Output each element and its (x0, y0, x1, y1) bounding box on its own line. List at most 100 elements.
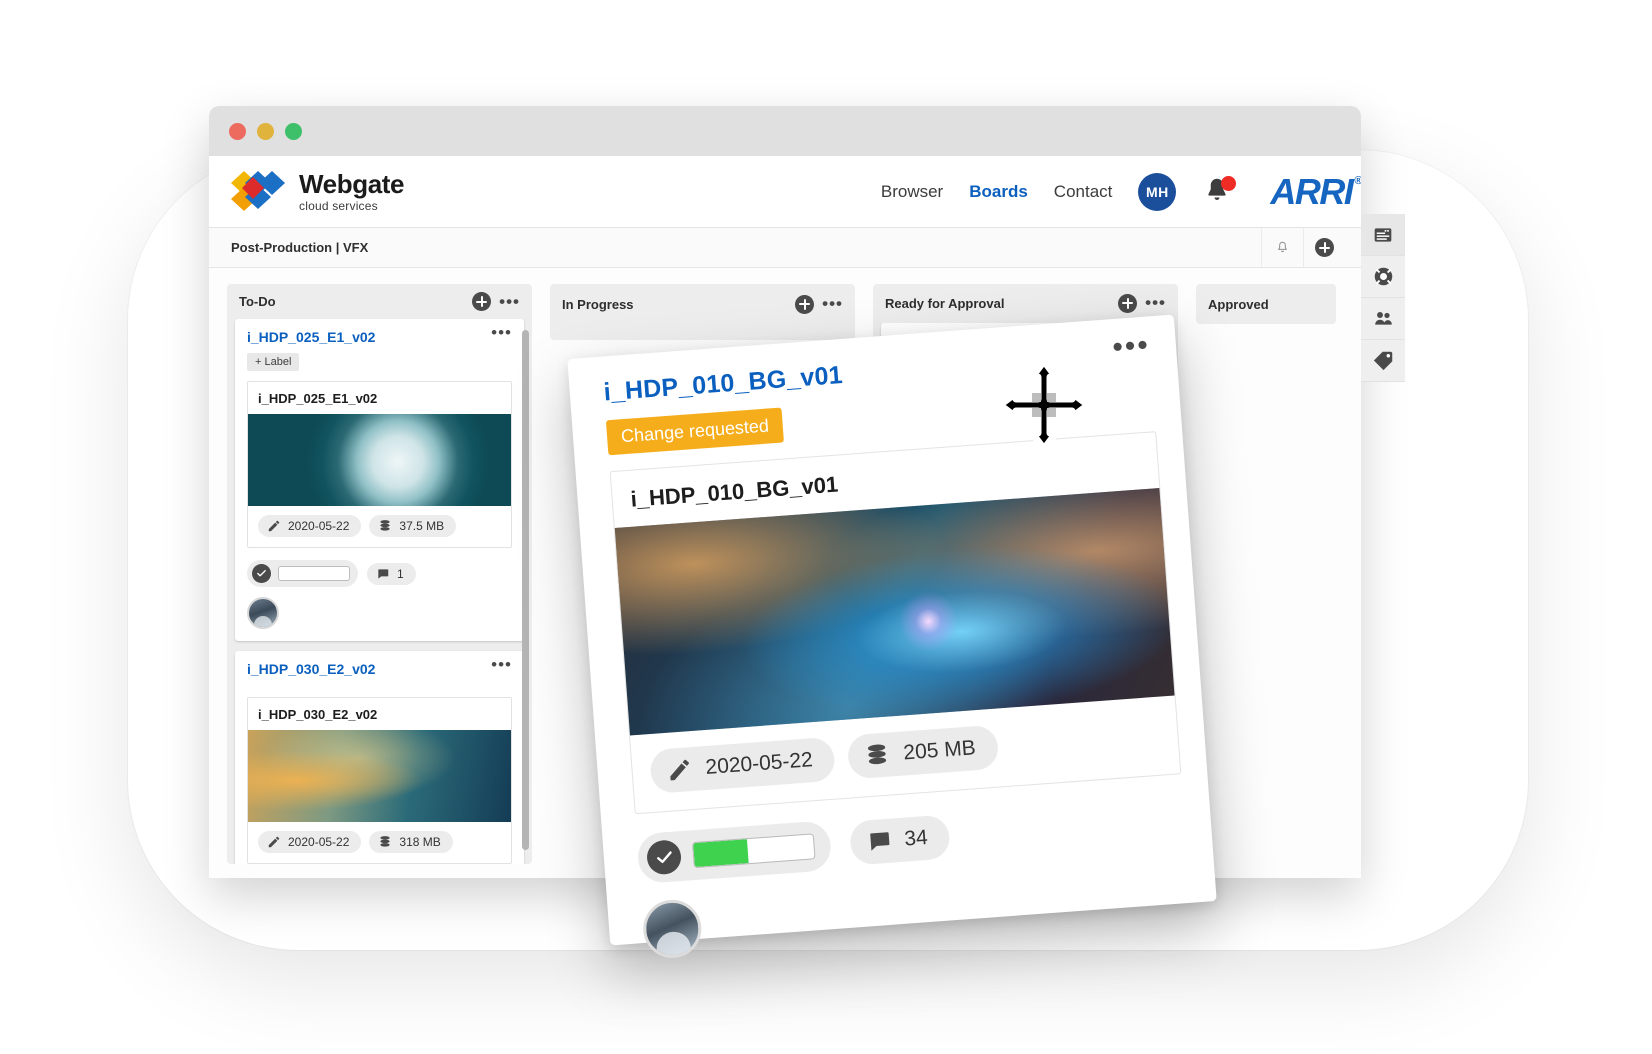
column-title: Approved (1208, 296, 1269, 312)
column-header: Approved (1196, 284, 1336, 324)
date-pill: 2020-05-22 (649, 736, 837, 794)
column-in-progress: In Progress ••• (550, 284, 855, 340)
right-icon-rail (1361, 214, 1405, 382)
avatar[interactable]: MH (1138, 172, 1177, 211)
asset-meta: 2020-05-22 318 MB (248, 822, 511, 863)
card-footer: 1 (247, 560, 512, 588)
webgate-logo-icon (231, 169, 287, 215)
dragged-card[interactable]: i_HDP_010_BG_v01 ••• Change requested i_… (567, 314, 1217, 960)
size-value: 205 MB (902, 736, 977, 765)
progress-pill[interactable] (636, 820, 833, 885)
add-card-button[interactable] (1118, 293, 1138, 313)
column-menu-button[interactable]: ••• (822, 295, 843, 312)
board-icon (1374, 227, 1392, 242)
size-pill: 37.5 MB (369, 515, 457, 538)
progress-pill[interactable] (247, 560, 358, 588)
brand-subtitle: cloud services (299, 199, 378, 213)
column-title: Ready for Approval (885, 295, 1005, 311)
list-item[interactable]: i_HDP_025_E1_v02 ••• + Label i_HDP_025_E… (235, 319, 524, 642)
add-card-button[interactable] (472, 292, 492, 312)
column-menu-button[interactable]: ••• (499, 293, 520, 310)
column-scrollbar[interactable] (522, 330, 529, 850)
arri-logo-sup: ® (1354, 174, 1361, 187)
date-pill: 2020-05-22 (258, 515, 362, 538)
minimize-button[interactable] (257, 122, 274, 140)
brand-logo-group[interactable]: Webgate cloud services (231, 169, 404, 215)
asset-name: i_HDP_030_E2_v02 (258, 707, 378, 723)
pencil-icon (268, 521, 280, 532)
pencil-icon (670, 759, 689, 781)
comments-count: 34 (903, 825, 929, 851)
main-nav: Browser Boards Contact MH ARRI ® (881, 171, 1361, 213)
card-menu-button[interactable]: ••• (491, 324, 512, 341)
card-title: i_HDP_030_E2_v02 (247, 661, 376, 678)
comment-icon (870, 832, 890, 851)
asset-preview: i_HDP_010_BG_v01 2020-05-22 205 MB (609, 431, 1182, 815)
app-header: Webgate cloud services Browser Boards Co… (209, 156, 1361, 228)
rail-item-labels[interactable] (1361, 340, 1405, 382)
nav-item-boards[interactable]: Boards (969, 182, 1028, 202)
arri-logo[interactable]: ARRI ® (1270, 171, 1361, 213)
database-icon (380, 836, 391, 847)
arri-logo-text: ARRI (1270, 170, 1354, 212)
brand-name: Webgate (299, 169, 405, 199)
card-menu-button[interactable]: ••• (491, 656, 512, 673)
list-item[interactable]: i_HDP_030_E2_v02 ••• i_HDP_030_E2_v02 20… (235, 651, 524, 864)
nav-item-contact[interactable]: Contact (1054, 182, 1113, 202)
breadcrumb-actions (1261, 228, 1345, 267)
brand-text: Webgate cloud services (299, 171, 404, 212)
column-cards: i_HDP_025_E1_v02 ••• + Label i_HDP_025_E… (227, 319, 532, 864)
lifebuoy-icon (1374, 267, 1392, 286)
avatar[interactable] (247, 597, 279, 630)
card-menu-button[interactable]: ••• (1111, 328, 1151, 364)
rail-item-members[interactable] (1361, 298, 1405, 340)
comments-pill[interactable]: 34 (848, 814, 952, 866)
people-icon (1374, 312, 1392, 325)
status-badge: Change requested (605, 407, 785, 456)
asset-meta: 2020-05-22 37.5 MB (248, 506, 511, 547)
date-value: 2020-05-22 (704, 748, 814, 779)
database-icon (380, 520, 391, 531)
notifications-button[interactable] (1202, 175, 1237, 209)
column-title: To-Do (239, 294, 276, 310)
add-card-button[interactable] (795, 294, 815, 314)
comments-pill[interactable]: 1 (367, 562, 416, 585)
breadcrumb-bar: Post-Production | VFX (209, 228, 1361, 268)
rail-item-help[interactable] (1361, 256, 1405, 298)
maximize-button[interactable] (285, 122, 302, 140)
progress-bar (278, 566, 350, 582)
comment-icon (378, 569, 389, 579)
close-button[interactable] (229, 122, 246, 140)
column-header: In Progress ••• (550, 284, 855, 324)
window-titlebar (209, 106, 1361, 156)
avatar[interactable] (641, 897, 704, 960)
date-value: 2020-05-22 (288, 519, 350, 534)
size-pill: 205 MB (847, 724, 1000, 780)
column-title: In Progress (562, 296, 634, 312)
asset-thumbnail[interactable] (614, 488, 1175, 736)
check-icon (645, 839, 683, 876)
card-title: i_HDP_025_E1_v02 (247, 329, 376, 346)
size-value: 37.5 MB (399, 519, 445, 534)
notification-badge (1221, 175, 1237, 191)
bell-outline-icon (1277, 241, 1288, 253)
asset-preview: i_HDP_025_E1_v02 2020-05-22 37.5 MB (247, 381, 512, 549)
add-label-button[interactable]: + Label (247, 353, 300, 372)
asset-thumbnail[interactable] (248, 414, 511, 507)
asset-preview: i_HDP_030_E2_v02 2020-05-22 318 MB (247, 697, 512, 864)
column-to-do: To-Do ••• i_HDP_025_E1_v02 ••• + Label i… (227, 284, 532, 864)
asset-thumbnail[interactable] (248, 730, 511, 823)
board-notifications-button[interactable] (1261, 228, 1303, 267)
nav-item-browser[interactable]: Browser (881, 182, 943, 202)
pencil-icon (268, 837, 280, 848)
rail-item-board[interactable] (1361, 214, 1405, 256)
comments-count: 1 (397, 566, 404, 581)
breadcrumb: Post-Production | VFX (231, 240, 369, 255)
column-approved: Approved (1196, 284, 1336, 324)
column-menu-button[interactable]: ••• (1145, 294, 1166, 311)
board-add-button[interactable] (1303, 228, 1345, 267)
move-cursor-icon (994, 355, 1094, 455)
asset-name: i_HDP_025_E1_v02 (258, 391, 378, 407)
date-value: 2020-05-22 (288, 835, 350, 850)
size-pill: 318 MB (369, 831, 453, 854)
